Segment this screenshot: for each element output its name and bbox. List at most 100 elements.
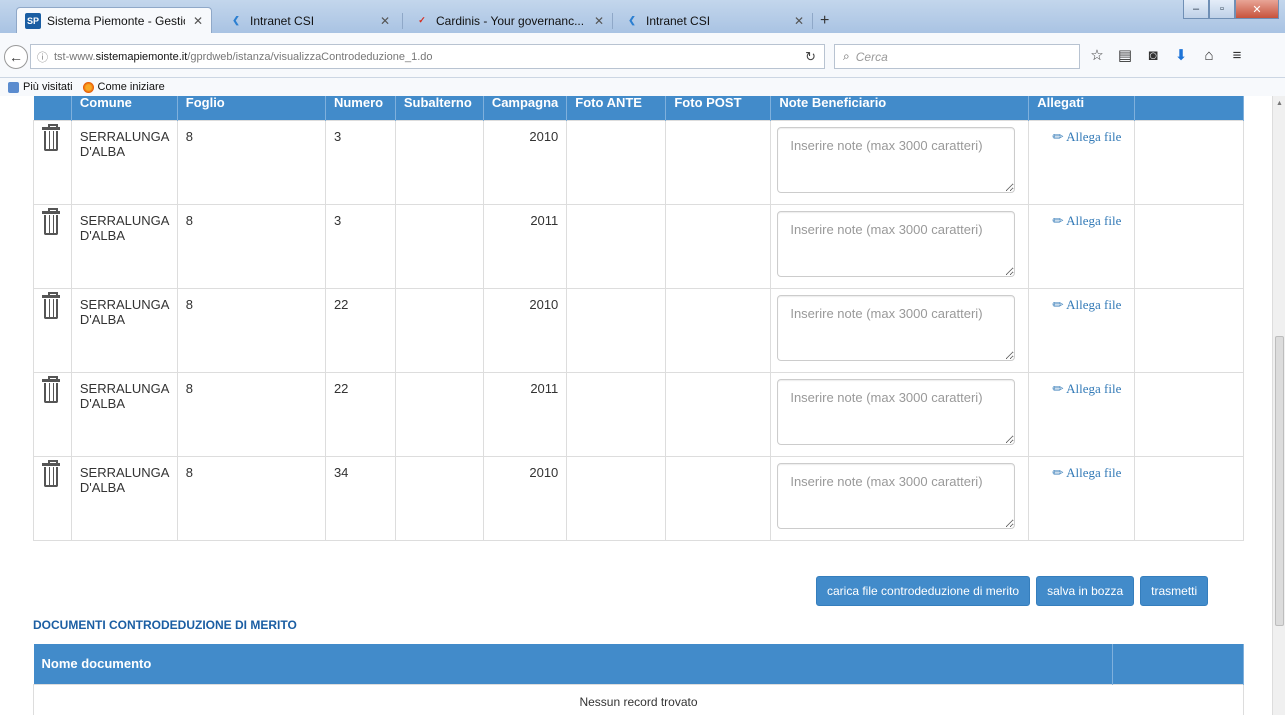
cell-foglio: 8 <box>176 455 326 541</box>
tab-title: Sistema Piemonte - Gestio... <box>47 14 185 28</box>
note-beneficiario-input[interactable] <box>777 378 1016 445</box>
header-doc-actions <box>1112 644 1244 684</box>
close-tab-icon[interactable]: ✕ <box>794 14 804 28</box>
downloads-icon[interactable]: ⬇ <box>1172 45 1190 65</box>
browser-tab-intranet-csi[interactable]: ❮ Intranet CSI ✕ <box>220 8 398 33</box>
cell-numero: 22 <box>324 371 396 457</box>
cell-foto-post <box>665 455 772 541</box>
allega-file-link[interactable]: ✎ Allega file <box>1049 295 1121 313</box>
bookmark-most-visited[interactable]: Più visitati <box>8 81 73 93</box>
reload-icon[interactable]: ↻ <box>805 49 816 65</box>
empty-records-message: Nessun record trovato <box>33 683 1244 715</box>
page-scrollbar[interactable]: ▲ <box>1272 96 1285 715</box>
table-row: SERRALUNGA D'ALBA 8 22 2010 ✎Allega file <box>33 287 1245 373</box>
back-arrow-icon[interactable]: ← <box>4 45 28 69</box>
save-draft-button[interactable]: salva in bozza <box>1036 576 1135 606</box>
cell-subalterno <box>394 455 484 541</box>
cell-foglio: 8 <box>176 371 326 457</box>
most-visited-icon <box>8 81 19 93</box>
trash-icon[interactable] <box>42 459 60 487</box>
header-extra <box>1134 96 1245 120</box>
header-foto-post: Foto POST <box>665 96 772 120</box>
tab-separator <box>402 13 403 29</box>
header-allegati: Allegati <box>1028 96 1135 120</box>
trash-icon[interactable] <box>42 123 60 151</box>
allega-file-link[interactable]: ✎ Allega file <box>1049 127 1121 145</box>
cardinis-favicon: ✓ <box>418 15 426 25</box>
reading-list-icon[interactable]: ▤ <box>1116 45 1134 65</box>
header-foglio: Foglio <box>177 96 326 120</box>
header-campagna: Campagna <box>483 96 568 120</box>
upload-controdeduzione-button[interactable]: carica file controdeduzione di merito <box>816 576 1031 606</box>
home-icon[interactable]: ⌂ <box>1200 45 1218 65</box>
window-controls: – ▫ ✕ <box>1183 0 1279 19</box>
documents-table: Nome documento Nessun record trovato <box>33 644 1244 715</box>
tab-separator <box>612 13 613 29</box>
search-input[interactable]: ⌕ Cerca <box>834 44 1080 69</box>
cell-subalterno <box>394 371 484 457</box>
cell-campagna: 2010 <box>482 119 568 205</box>
trash-icon[interactable] <box>42 207 60 235</box>
cell-subalterno <box>394 119 484 205</box>
cell-campagna: 2011 <box>482 371 568 457</box>
cell-foglio: 8 <box>176 203 326 289</box>
minimize-icon[interactable]: – <box>1183 0 1209 19</box>
send-button[interactable]: trasmetti <box>1140 576 1209 606</box>
menu-icon[interactable]: ≡ <box>1228 45 1246 65</box>
allega-file-link[interactable]: ✎ Allega file <box>1049 463 1121 481</box>
url-path: /gprdweb/istanza/visualizzaControdeduzio… <box>187 50 433 63</box>
firefox-icon <box>82 81 94 93</box>
cell-comune: SERRALUNGA D'ALBA <box>70 287 178 373</box>
new-tab-icon[interactable]: + <box>820 12 829 30</box>
address-bar[interactable]: ⓘ tst-www. sistemapiemonte.it/gprdweb/ist… <box>30 44 825 69</box>
note-beneficiario-input[interactable] <box>777 462 1016 529</box>
maximize-icon[interactable]: ▫ <box>1209 0 1235 19</box>
table-row: SERRALUNGA D'ALBA 8 3 2011 ✎Allega file <box>33 203 1245 289</box>
cell-foto-post <box>665 119 772 205</box>
table-row: SERRALUNGA D'ALBA 8 3 2010 ✎Allega file <box>33 119 1245 205</box>
note-beneficiario-input[interactable] <box>777 210 1016 277</box>
close-tab-icon[interactable]: ✕ <box>193 14 203 28</box>
cell-campagna: 2010 <box>482 287 568 373</box>
header-foto-ante: Foto ANTE <box>566 96 667 120</box>
table-row: SERRALUNGA D'ALBA 8 22 2011 ✎Allega file <box>33 371 1245 457</box>
pocket-icon[interactable]: ◙ <box>1144 45 1162 65</box>
browser-tab-intranet-csi-2[interactable]: ❮ Intranet CSI ✕ <box>616 8 812 33</box>
documents-section-title: DOCUMENTI CONTRODEDUZIONE DI MERITO <box>33 618 297 632</box>
note-beneficiario-input[interactable] <box>777 126 1016 193</box>
cell-numero: 34 <box>324 455 396 541</box>
url-host: sistemapiemonte.it <box>95 50 188 63</box>
action-buttons: carica file controdeduzione di merito sa… <box>816 576 1209 606</box>
close-tab-icon[interactable]: ✕ <box>594 14 604 28</box>
cell-foto-post <box>665 203 772 289</box>
cell-foto-ante <box>566 371 667 457</box>
header-action <box>33 96 72 120</box>
close-tab-icon[interactable]: ✕ <box>380 14 390 28</box>
allega-file-link[interactable]: ✎ Allega file <box>1049 379 1121 397</box>
bookmarks-toolbar: Più visitati Come iniziare <box>0 78 1285 96</box>
cell-foglio: 8 <box>176 119 326 205</box>
tab-title: Intranet CSI <box>250 13 315 28</box>
scrollbar-thumb[interactable] <box>1275 336 1284 626</box>
info-icon[interactable]: ⓘ <box>37 49 48 65</box>
window-close-icon[interactable]: ✕ <box>1235 0 1279 19</box>
cell-foto-ante <box>566 287 667 373</box>
bookmark-star-icon[interactable]: ☆ <box>1088 45 1106 65</box>
sistema-piemonte-favicon: SP <box>25 13 41 29</box>
tab-title: Cardinis - Your governanc... <box>436 13 585 28</box>
cell-comune: SERRALUNGA D'ALBA <box>70 203 178 289</box>
cell-foto-ante <box>566 119 667 205</box>
browser-navbar: ← ⓘ tst-www. sistemapiemonte.it/gprdweb/i… <box>0 33 1285 78</box>
cell-foto-ante <box>566 203 667 289</box>
allega-file-link[interactable]: ✎ Allega file <box>1049 211 1121 229</box>
note-beneficiario-input[interactable] <box>777 294 1016 361</box>
trash-icon[interactable] <box>42 291 60 319</box>
browser-tab-cardinis[interactable]: ✓ Cardinis - Your governanc... ✕ <box>406 8 612 33</box>
search-icon: ⌕ <box>843 49 850 63</box>
header-comune: Comune <box>71 96 178 120</box>
browser-tab-sistema-piemonte[interactable]: SP Sistema Piemonte - Gestio... ✕ <box>16 7 212 34</box>
trash-icon[interactable] <box>42 375 60 403</box>
bookmark-getting-started[interactable]: Come iniziare <box>82 81 165 93</box>
scroll-up-arrow-icon[interactable]: ▲ <box>1276 100 1283 107</box>
cell-numero: 22 <box>324 287 396 373</box>
